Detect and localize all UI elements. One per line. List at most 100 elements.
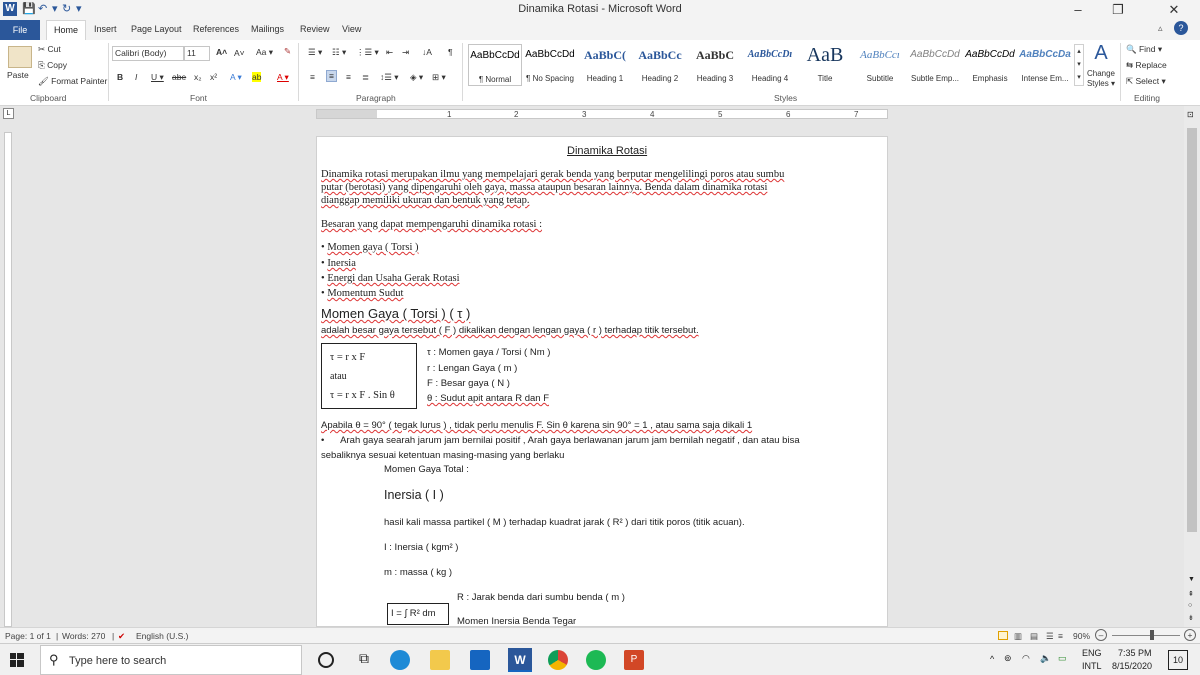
- show-hidden-icons[interactable]: ^: [990, 654, 994, 664]
- clear-formatting-icon[interactable]: ✎: [284, 46, 291, 57]
- style-title[interactable]: AaB Title: [798, 44, 852, 86]
- italic-icon[interactable]: I: [135, 72, 137, 82]
- style-normal[interactable]: AaBbCcDd ¶ Normal: [468, 44, 522, 86]
- minimize-ribbon-icon[interactable]: ▵: [1158, 23, 1163, 34]
- scroll-down-icon[interactable]: ▼: [1188, 576, 1195, 583]
- arah-line[interactable]: sebaliknya sesuai ketentuan masing-masin…: [321, 450, 564, 461]
- taskbar-search[interactable]: ⚲ Type here to search: [40, 645, 302, 675]
- notifications-icon[interactable]: 10: [1168, 650, 1188, 670]
- ruler-track[interactable]: 1 2 3 4 5 6 7: [316, 109, 888, 119]
- zoom-out-icon[interactable]: –: [1095, 629, 1107, 641]
- list-item[interactable]: • Energi dan Usaha Gerak Rotasi: [321, 273, 460, 285]
- styles-scroll[interactable]: ▴ ▾ ▾: [1074, 44, 1084, 86]
- subscript-icon[interactable]: x₂: [194, 72, 202, 82]
- line-spacing-icon[interactable]: ↕☰ ▾: [380, 72, 399, 83]
- page-count[interactable]: Page: 1 of 1: [5, 631, 51, 641]
- style-heading-3[interactable]: AaBbC Heading 3: [688, 44, 742, 86]
- find-button[interactable]: 🔍 Find ▾: [1126, 44, 1162, 55]
- superscript-icon[interactable]: x²: [210, 72, 217, 82]
- strikethrough-icon[interactable]: abe: [172, 72, 186, 82]
- document-page[interactable]: Dinamika Rotasi Dinamika rotasi merupaka…: [316, 136, 888, 627]
- tab-view[interactable]: View: [342, 24, 361, 34]
- legend-line[interactable]: F : Besar gaya ( N ): [427, 378, 510, 389]
- bold-icon[interactable]: B: [117, 72, 123, 82]
- web-layout-icon[interactable]: ▤: [1030, 631, 1038, 642]
- language-top[interactable]: ENG: [1082, 648, 1102, 658]
- clock-time[interactable]: 7:35 PM: [1118, 648, 1152, 658]
- change-styles-button[interactable]: Change Styles ▾: [1086, 69, 1116, 89]
- align-left-icon[interactable]: ≡: [310, 72, 315, 82]
- besaran-heading[interactable]: Besaran yang dapat mempengaruhi dinamika…: [321, 219, 542, 231]
- apabila-paragraph[interactable]: Apabila θ = 90° ( tegak lurus ) , tidak …: [321, 420, 752, 431]
- arah-line[interactable]: • Arah gaya searah jarum jam bernilai po…: [321, 435, 800, 446]
- underline-icon[interactable]: U ▾: [151, 72, 164, 83]
- integral-box[interactable]: I = ∫ R² dm: [387, 603, 449, 625]
- volume-icon[interactable]: 🔈: [1040, 653, 1051, 664]
- inersia-I-line[interactable]: I : Inersia ( kgm² ): [384, 542, 458, 553]
- sort-icon[interactable]: ↓A: [422, 47, 432, 57]
- tab-insert[interactable]: Insert: [94, 24, 117, 34]
- font-name-select[interactable]: Calibri (Body): [112, 46, 184, 61]
- style-subtle-emphasis[interactable]: AaBbCcDd Subtle Emp...: [908, 44, 962, 86]
- zoom-level[interactable]: 90%: [1073, 631, 1090, 641]
- tab-home[interactable]: Home: [46, 20, 86, 40]
- help-icon[interactable]: ?: [1174, 21, 1188, 35]
- grow-font-icon[interactable]: A˄: [216, 47, 227, 57]
- intro-line[interactable]: dianggap memiliki ukuran dan bentuk yang…: [321, 195, 530, 207]
- draft-icon[interactable]: ≡: [1058, 631, 1063, 641]
- windows-start-icon[interactable]: [10, 653, 24, 667]
- network-icon[interactable]: ⊚: [1004, 653, 1012, 664]
- tab-page-layout[interactable]: Page Layout: [131, 24, 182, 34]
- browse-object-icon[interactable]: ○: [1188, 602, 1192, 609]
- close-button[interactable]: ✕: [1154, 0, 1194, 20]
- paste-button[interactable]: Paste: [7, 70, 29, 80]
- style-intense-emphasis[interactable]: AaBbCcDa Intense Em...: [1018, 44, 1072, 86]
- inersia-m-line[interactable]: m : massa ( kg ): [384, 567, 452, 578]
- full-screen-reading-icon[interactable]: ▥: [1014, 631, 1022, 642]
- outline-icon[interactable]: ☰: [1046, 631, 1054, 642]
- inersia-definition[interactable]: hasil kali massa partikel ( M ) terhadap…: [384, 517, 745, 528]
- proofing-icon[interactable]: ✔: [118, 631, 125, 642]
- cut-button[interactable]: ✂ Cut: [38, 44, 61, 55]
- intro-line[interactable]: Dinamika rotasi merupakan ilmu yang memp…: [321, 169, 784, 181]
- select-button[interactable]: ⇱ Select ▾: [1126, 76, 1166, 87]
- zoom-slider-thumb[interactable]: [1150, 630, 1154, 640]
- tab-mailings[interactable]: Mailings: [251, 24, 284, 34]
- paste-icon[interactable]: [8, 46, 32, 68]
- font-size-select[interactable]: 11: [184, 46, 210, 61]
- numbering-icon[interactable]: ☷ ▾: [332, 47, 346, 58]
- restore-button[interactable]: ❐: [1098, 0, 1138, 20]
- text-effects-icon[interactable]: A ▾: [230, 72, 242, 83]
- font-color-icon[interactable]: A ▾: [277, 72, 289, 83]
- spotify-icon[interactable]: [586, 650, 606, 670]
- momen-inersia-tegar[interactable]: Momen Inersia Benda Tegar: [457, 616, 576, 626]
- align-center-icon[interactable]: ≡: [326, 70, 337, 82]
- task-view-icon[interactable]: ⧉: [354, 650, 374, 670]
- increase-indent-icon[interactable]: ⇥: [402, 47, 409, 58]
- decrease-indent-icon[interactable]: ⇤: [386, 47, 393, 58]
- zoom-in-icon[interactable]: +: [1184, 629, 1196, 641]
- bullets-icon[interactable]: ☰ ▾: [308, 47, 322, 58]
- style-heading-4[interactable]: AaBbCcDı Heading 4: [743, 44, 797, 86]
- mail-icon[interactable]: [470, 650, 490, 670]
- change-case-icon[interactable]: Aa ▾: [256, 47, 273, 58]
- cortana-icon[interactable]: [318, 652, 334, 668]
- change-styles-icon[interactable]: A: [1088, 42, 1114, 65]
- file-explorer-icon[interactable]: [430, 650, 450, 670]
- tab-review[interactable]: Review: [300, 24, 330, 34]
- powerpoint-icon[interactable]: P: [624, 650, 644, 670]
- scrollbar-thumb[interactable]: [1187, 128, 1197, 532]
- clock-date[interactable]: 8/15/2020: [1112, 661, 1152, 671]
- language-bottom[interactable]: INTL: [1082, 661, 1102, 671]
- legend-line[interactable]: θ : Sudut apit antara R dan F: [427, 393, 549, 404]
- edge-icon[interactable]: [390, 650, 410, 670]
- tab-references[interactable]: References: [193, 24, 239, 34]
- list-item[interactable]: • Inersia: [321, 258, 356, 270]
- word-count[interactable]: Words: 270: [62, 631, 105, 641]
- wifi-icon[interactable]: ◠: [1022, 653, 1030, 664]
- document-title[interactable]: Dinamika Rotasi: [567, 145, 647, 157]
- list-item[interactable]: • Momen gaya ( Torsi ): [321, 242, 419, 254]
- battery-icon[interactable]: ▭: [1058, 653, 1067, 664]
- chrome-icon[interactable]: [548, 650, 568, 670]
- minimize-button[interactable]: –: [1058, 0, 1098, 20]
